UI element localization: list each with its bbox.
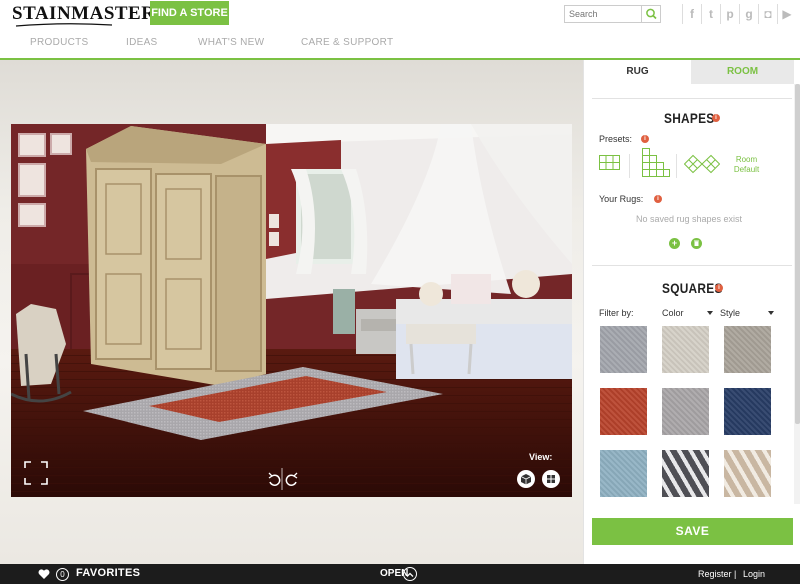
view-label: View: bbox=[529, 452, 553, 462]
presets-label: Presets: bbox=[599, 134, 633, 144]
editor-panel: RUG ROOM SHAPES i Presets: i Room Defaul… bbox=[583, 60, 800, 564]
swatch-tile[interactable] bbox=[662, 450, 709, 497]
nav-item-products[interactable]: PRODUCTS bbox=[30, 37, 89, 48]
top-bar: STAINMASTER FIND A STORE f t p g ◘ ▶ bbox=[0, 0, 800, 32]
social-links: f t p g ◘ ▶ bbox=[682, 4, 796, 24]
preset-sep-2 bbox=[676, 154, 677, 178]
swatch-tile[interactable] bbox=[662, 326, 709, 373]
delete-rug-button[interactable] bbox=[691, 238, 702, 249]
your-rugs-label: Your Rugs: bbox=[599, 194, 644, 204]
room-scene[interactable]: View: bbox=[11, 124, 572, 497]
google-plus-icon[interactable]: g bbox=[739, 4, 758, 24]
style-filter-dropdown[interactable]: Style bbox=[720, 308, 740, 318]
squares-info-icon[interactable]: i bbox=[715, 284, 723, 292]
room-default-line1: Room bbox=[735, 155, 758, 164]
save-button[interactable]: SAVE bbox=[592, 518, 793, 545]
panel-tabs: RUG ROOM bbox=[584, 60, 800, 84]
pinterest-icon[interactable]: p bbox=[720, 4, 739, 24]
trash-icon bbox=[694, 240, 699, 246]
favorites-count: 0 bbox=[56, 568, 69, 581]
main-nav: PRODUCTS IDEAS WHAT'S NEW CARE & SUPPORT bbox=[0, 32, 800, 58]
color-chevron-down-icon[interactable] bbox=[707, 311, 713, 315]
facebook-icon[interactable]: f bbox=[682, 4, 701, 24]
swatch-tile[interactable] bbox=[724, 326, 771, 373]
search-button[interactable] bbox=[641, 6, 660, 22]
find-a-store-button[interactable]: FIND A STORE bbox=[150, 1, 229, 25]
cube-icon bbox=[520, 474, 532, 485]
register-link[interactable]: Register bbox=[698, 569, 732, 579]
view-top-button[interactable] bbox=[542, 470, 560, 488]
add-rug-button[interactable]: + bbox=[669, 238, 680, 249]
presets-info-icon[interactable]: i bbox=[641, 135, 649, 143]
nav-item-ideas[interactable]: IDEAS bbox=[126, 37, 158, 48]
room-default-line2: Default bbox=[733, 165, 760, 174]
search-icon bbox=[646, 8, 657, 20]
favorites-link[interactable]: FAVORITES bbox=[76, 567, 140, 579]
logo-swoosh bbox=[15, 23, 113, 27]
login-link[interactable]: Login bbox=[743, 569, 765, 579]
scroll-thumb[interactable] bbox=[795, 84, 800, 424]
chevron-up-icon bbox=[406, 572, 414, 577]
heart-icon[interactable] bbox=[38, 569, 50, 580]
nav-item-care-support[interactable]: CARE & SUPPORT bbox=[301, 37, 393, 48]
preset-stairs-icon[interactable] bbox=[642, 148, 670, 178]
view-3d-button[interactable] bbox=[517, 470, 535, 488]
shapes-divider bbox=[592, 98, 792, 99]
twitter-icon[interactable]: t bbox=[701, 4, 720, 24]
swatch-tile[interactable] bbox=[600, 450, 647, 497]
filter-by-label: Filter by: bbox=[599, 308, 634, 318]
preset-diamond-icon[interactable] bbox=[684, 153, 720, 175]
swatch-tile[interactable] bbox=[662, 388, 709, 435]
no-saved-rugs-message: No saved rug shapes exist bbox=[635, 214, 743, 224]
color-filter-dropdown[interactable]: Color bbox=[662, 308, 684, 318]
instagram-icon[interactable]: ◘ bbox=[758, 4, 777, 24]
squares-divider bbox=[592, 265, 792, 266]
footer-bar: 0 FAVORITES OPEN Register | Login bbox=[0, 564, 800, 584]
open-toggle-button[interactable] bbox=[403, 567, 417, 581]
shapes-title: SHAPES bbox=[664, 110, 715, 126]
swatch-tile[interactable] bbox=[600, 388, 647, 435]
swatch-tile[interactable] bbox=[724, 450, 771, 497]
tab-room[interactable]: ROOM bbox=[691, 60, 794, 84]
swatch-tile[interactable] bbox=[724, 388, 771, 435]
preset-grid-icon[interactable] bbox=[599, 155, 621, 171]
shapes-info-icon[interactable]: i bbox=[712, 114, 720, 122]
search-box bbox=[564, 5, 661, 23]
room-default-preset[interactable]: Room Default bbox=[729, 155, 764, 175]
panel-scrollbar[interactable] bbox=[794, 84, 800, 504]
room-illustration bbox=[11, 124, 572, 497]
swatch-tile[interactable] bbox=[600, 326, 647, 373]
youtube-icon[interactable]: ▶ bbox=[777, 4, 796, 24]
your-rugs-info-icon[interactable]: i bbox=[654, 195, 662, 203]
style-chevron-down-icon[interactable] bbox=[768, 311, 774, 315]
grid-icon bbox=[547, 475, 555, 483]
nav-item-whats-new[interactable]: WHAT'S NEW bbox=[198, 37, 264, 48]
squares-title: SQUARES bbox=[662, 280, 723, 296]
preset-sep bbox=[629, 154, 630, 178]
footer-separator: | bbox=[734, 569, 737, 579]
search-input[interactable] bbox=[565, 6, 641, 22]
tab-rug[interactable]: RUG bbox=[584, 60, 691, 84]
